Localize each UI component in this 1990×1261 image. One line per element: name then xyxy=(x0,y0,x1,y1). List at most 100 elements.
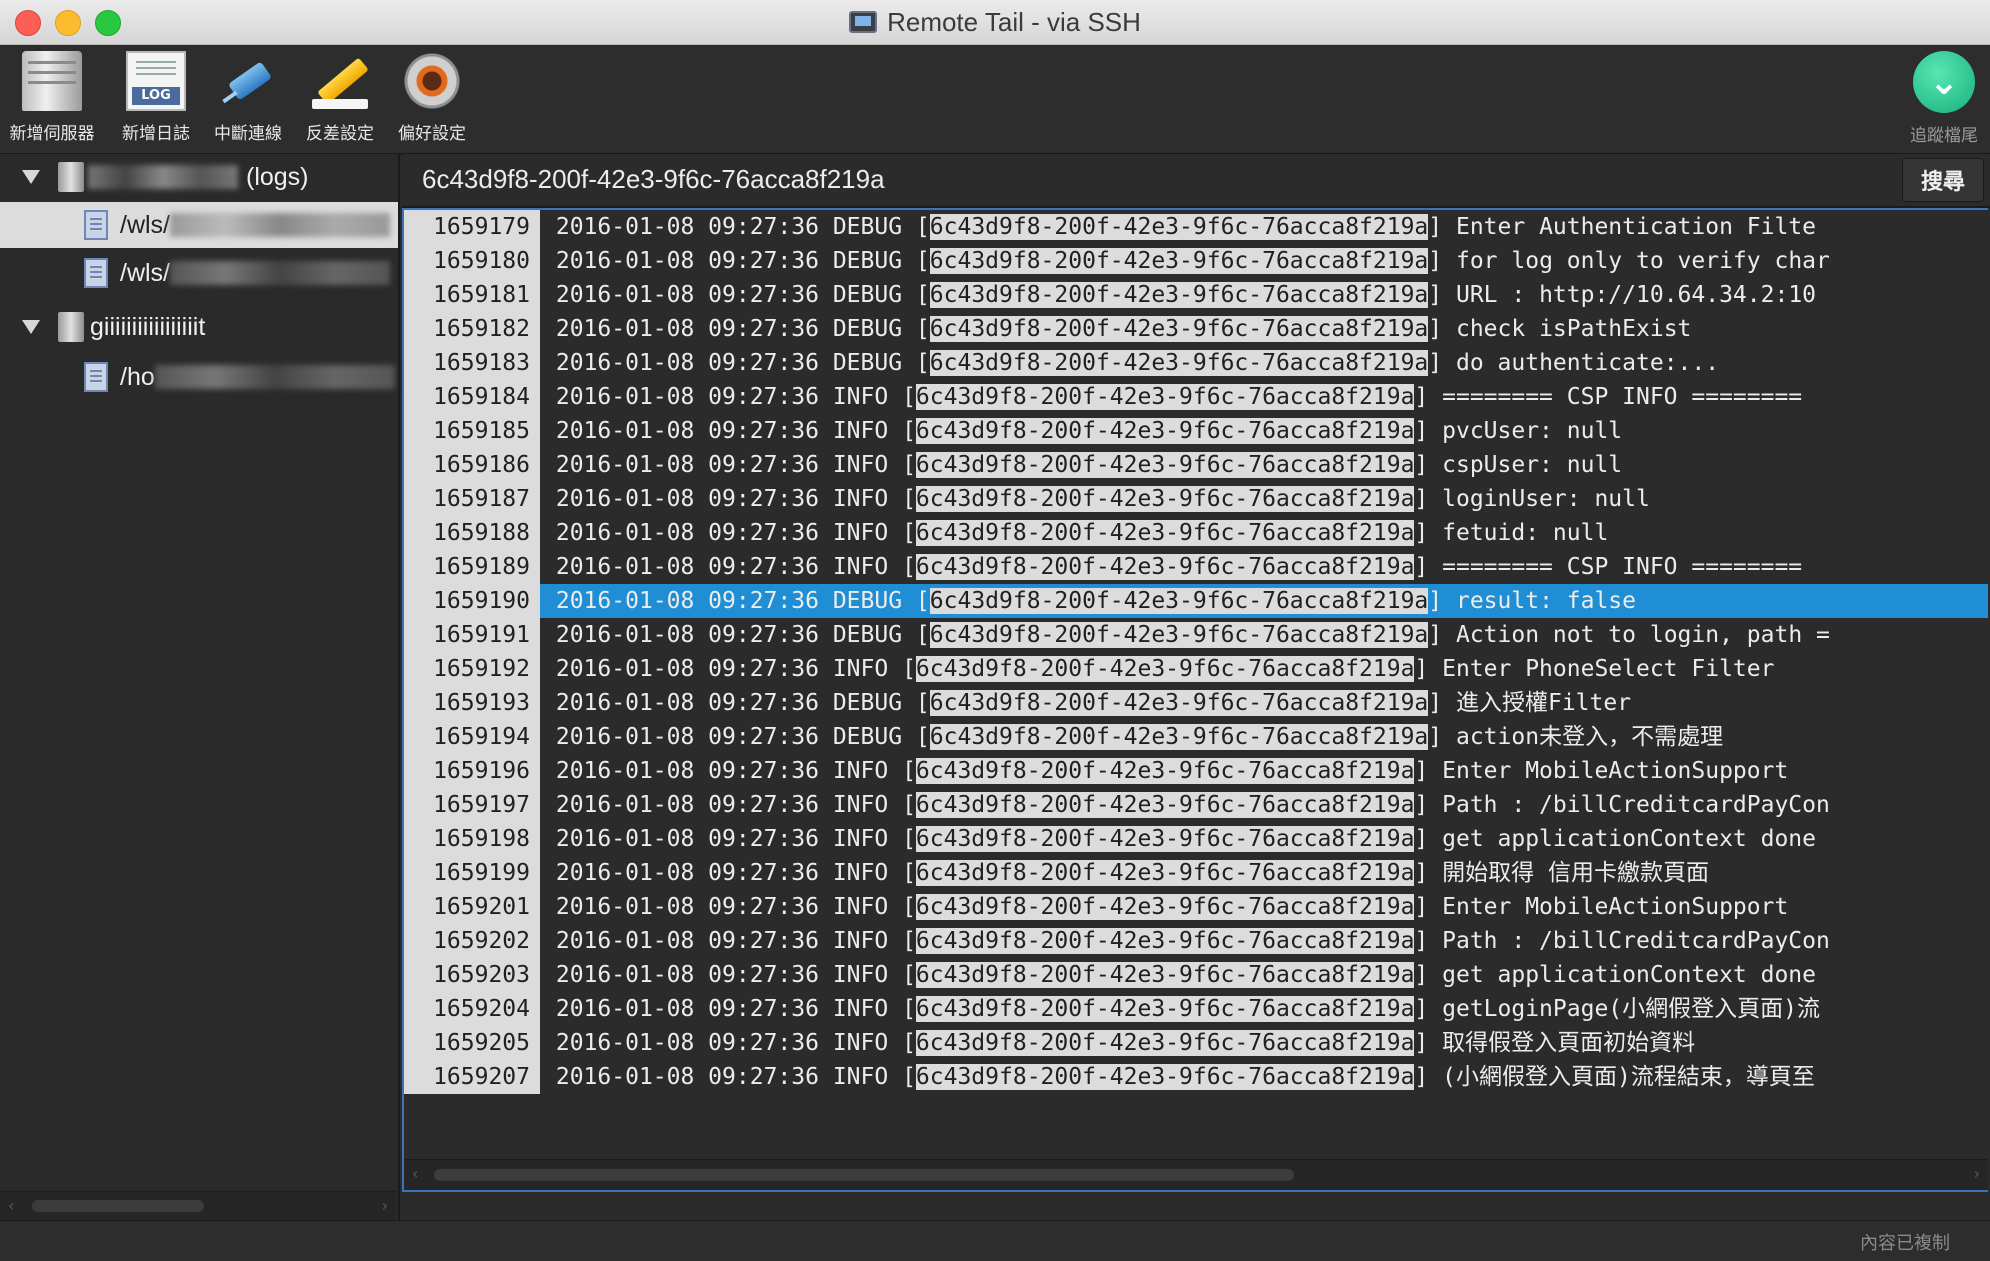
line-number: 1659197 xyxy=(404,788,540,822)
log-timestamp: 2016-01-08 09:27:36 xyxy=(555,554,819,580)
preferences-button[interactable]: 偏好設定 xyxy=(386,51,478,144)
log-row[interactable]: 1659197 2016-01-08 09:27:36 INFO [6c43d9… xyxy=(404,788,1988,822)
chevron-down-icon: ⌄ xyxy=(1913,51,1975,113)
toolbar: 新增伺服器 LOG 新增日誌 中斷連線 反差設定 偏好設定 ⌄ 追蹤檔尾 xyxy=(0,45,1990,155)
log-level: INFO xyxy=(832,384,889,410)
log-row[interactable]: 1659198 2016-01-08 09:27:36 INFO [6c43d9… xyxy=(404,822,1988,856)
tree-item-log-3[interactable]: /ho xyxy=(0,354,398,400)
tree-item-log-1[interactable]: /wls/ xyxy=(0,202,398,248)
bracket: ] xyxy=(1414,792,1443,818)
log-horizontal-scrollbar[interactable]: ‹ › xyxy=(404,1159,1988,1190)
log-row[interactable]: 1659192 2016-01-08 09:27:36 INFO [6c43d9… xyxy=(404,652,1988,686)
search-match-highlight: 6c43d9f8-200f-42e3-9f6c-76acca8f219a xyxy=(915,758,1415,784)
log-row[interactable]: 1659199 2016-01-08 09:27:36 INFO [6c43d9… xyxy=(404,856,1988,890)
line-number: 1659204 xyxy=(404,992,540,1026)
log-row[interactable]: 1659202 2016-01-08 09:27:36 INFO [6c43d9… xyxy=(404,924,1988,958)
bracket: [ xyxy=(902,724,930,750)
log-row[interactable]: 1659194 2016-01-08 09:27:36 DEBUG [6c43d… xyxy=(404,720,1988,754)
log-row[interactable]: 1659205 2016-01-08 09:27:36 INFO [6c43d9… xyxy=(404,1026,1988,1060)
add-log-button[interactable]: LOG 新增日誌 xyxy=(110,51,202,144)
log-timestamp: 2016-01-08 09:27:36 xyxy=(555,758,819,784)
log-row[interactable]: 1659191 2016-01-08 09:27:36 DEBUG [6c43d… xyxy=(404,618,1988,652)
log-panel: 搜尋 1659207 2016-01-08 09:27:36 INFO [6c4… xyxy=(402,154,1990,1220)
scrollbar-thumb[interactable] xyxy=(32,1200,204,1212)
sidebar-horizontal-scrollbar[interactable]: ‹ › xyxy=(0,1191,396,1220)
tree-item-server-2[interactable]: giiiiiiiiiiiiiiiiit xyxy=(0,304,398,350)
log-row[interactable]: 1659201 2016-01-08 09:27:36 INFO [6c43d9… xyxy=(404,890,1988,924)
log-row[interactable]: 1659189 2016-01-08 09:27:36 INFO [6c43d9… xyxy=(404,550,1988,584)
log-row[interactable]: 1659179 2016-01-08 09:27:36 DEBUG [6c43d… xyxy=(404,210,1988,244)
bracket: ] xyxy=(1414,452,1443,478)
bracket: ] xyxy=(1428,248,1456,274)
log-row[interactable]: 1659185 2016-01-08 09:27:36 INFO [6c43d9… xyxy=(404,414,1988,448)
log-row[interactable]: 1659187 2016-01-08 09:27:36 INFO [6c43d9… xyxy=(404,482,1988,516)
monitor-icon xyxy=(849,11,878,33)
log-timestamp: 2016-01-08 09:27:36 xyxy=(555,724,819,750)
bracket: [ xyxy=(888,486,916,512)
bracket: [ xyxy=(888,962,916,988)
log-view[interactable]: 1659207 2016-01-08 09:27:36 INFO [6c43d9… xyxy=(402,208,1988,1192)
log-row[interactable]: 1659203 2016-01-08 09:27:36 INFO [6c43d9… xyxy=(404,958,1988,992)
bracket: [ xyxy=(888,418,916,444)
log-timestamp: 2016-01-08 09:27:36 xyxy=(555,962,819,988)
log-message: Path : /billCreditcardPayCon xyxy=(1442,928,1830,954)
log-level: INFO xyxy=(832,418,889,444)
search-match-highlight: 6c43d9f8-200f-42e3-9f6c-76acca8f219a xyxy=(915,452,1415,478)
log-row[interactable]: 1659188 2016-01-08 09:27:36 INFO [6c43d9… xyxy=(404,516,1988,550)
log-row[interactable]: 1659193 2016-01-08 09:27:36 DEBUG [6c43d… xyxy=(404,686,1988,720)
log-row[interactable]: 1659186 2016-01-08 09:27:36 INFO [6c43d9… xyxy=(404,448,1988,482)
log-level: DEBUG xyxy=(832,588,903,614)
log-message: do authenticate:... xyxy=(1455,350,1720,376)
log-timestamp: 2016-01-08 09:27:36 xyxy=(555,894,819,920)
bracket: ] xyxy=(1414,758,1443,784)
disclosure-triangle-icon[interactable] xyxy=(22,320,40,334)
log-row[interactable]: 1659184 2016-01-08 09:27:36 INFO [6c43d9… xyxy=(404,380,1988,414)
log-message: check isPathExist xyxy=(1455,316,1692,342)
bracket: ] xyxy=(1414,418,1443,444)
bracket: ] xyxy=(1414,928,1443,954)
line-number: 1659181 xyxy=(404,278,540,312)
tree-item-log-2[interactable]: /wls/ xyxy=(0,250,398,296)
bracket: [ xyxy=(888,792,916,818)
tree-item-label: /wls/ xyxy=(120,258,170,287)
search-input[interactable] xyxy=(408,158,1888,200)
add-server-button[interactable]: 新增伺服器 xyxy=(6,51,98,144)
line-number: 1659207 xyxy=(404,1060,540,1094)
log-message: ======== CSP INFO ======== xyxy=(1442,384,1803,410)
disconnect-button[interactable]: 中斷連線 xyxy=(202,51,294,144)
search-match-highlight: 6c43d9f8-200f-42e3-9f6c-76acca8f219a xyxy=(929,214,1429,240)
search-button[interactable]: 搜尋 xyxy=(1902,158,1984,202)
log-row[interactable]: 1659196 2016-01-08 09:27:36 INFO [6c43d9… xyxy=(404,754,1988,788)
log-row[interactable]: 1659190 2016-01-08 09:27:36 DEBUG [6c43d… xyxy=(404,584,1988,618)
tail-follow-button[interactable]: ⌄ 追蹤檔尾 xyxy=(1898,51,1990,146)
log-level: DEBUG xyxy=(832,350,903,376)
highlight-settings-button[interactable]: 反差設定 xyxy=(294,51,386,144)
log-message: URL : http://10.64.34.2:10 xyxy=(1455,282,1817,308)
log-row[interactable]: 1659204 2016-01-08 09:27:36 INFO [6c43d9… xyxy=(404,992,1988,1026)
log-row[interactable]: 1659180 2016-01-08 09:27:36 DEBUG [6c43d… xyxy=(404,244,1988,278)
log-row[interactable]: 1659181 2016-01-08 09:27:36 DEBUG [6c43d… xyxy=(404,278,1988,312)
bracket: ] xyxy=(1428,214,1456,240)
tree-item-server-1[interactable]: (logs) xyxy=(0,154,398,200)
search-match-highlight: 6c43d9f8-200f-42e3-9f6c-76acca8f219a xyxy=(915,860,1415,886)
log-row[interactable]: 1659183 2016-01-08 09:27:36 DEBUG [6c43d… xyxy=(404,346,1988,380)
highlight-icon xyxy=(310,51,370,111)
disclosure-triangle-icon[interactable] xyxy=(22,170,40,184)
log-row[interactable]: 1659182 2016-01-08 09:27:36 DEBUG [6c43d… xyxy=(404,312,1988,346)
log-row[interactable]: 1659207 2016-01-08 09:27:36 INFO [6c43d9… xyxy=(404,1060,1988,1094)
bracket: [ xyxy=(888,384,916,410)
search-match-highlight: 6c43d9f8-200f-42e3-9f6c-76acca8f219a xyxy=(915,656,1415,682)
line-number: 1659182 xyxy=(404,312,540,346)
scrollbar-thumb[interactable] xyxy=(434,1169,1294,1181)
